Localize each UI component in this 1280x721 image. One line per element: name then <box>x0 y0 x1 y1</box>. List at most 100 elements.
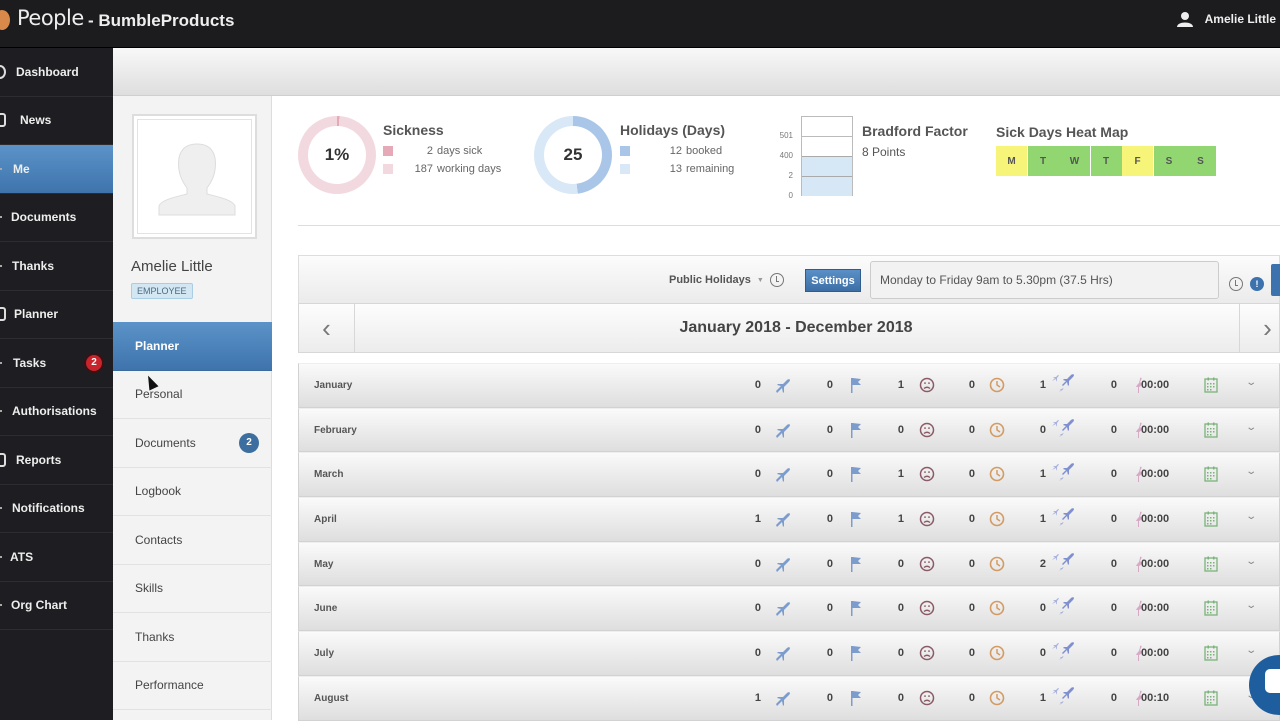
sidebar-item-me[interactable]: Me <box>0 145 113 194</box>
sickness-percent: 1% <box>308 126 366 184</box>
info-icon[interactable]: ! <box>1250 277 1264 291</box>
sick-face-icon <box>918 644 936 662</box>
month-row[interactable]: June 0 0 0 0 0 0 00:00 ⌄ <box>298 586 1280 632</box>
late-count: 0 <box>968 468 975 481</box>
trips-count: 0 <box>1039 423 1046 436</box>
sidebar-item-news[interactable]: News <box>0 97 113 145</box>
sidebar-item-planner[interactable]: Planner <box>0 291 113 339</box>
month-name: February <box>314 424 357 436</box>
calendar-icon[interactable] <box>1202 689 1220 707</box>
clock-icon[interactable] <box>1229 277 1243 291</box>
holiday-plane-icon <box>774 599 792 617</box>
working-hours-field[interactable]: Monday to Friday 9am to 5.30pm (37.5 Hrs… <box>870 261 1219 299</box>
profile-tab-label: Documents <box>135 435 196 450</box>
holiday-plane-icon <box>774 644 792 662</box>
profile-tab-skills[interactable]: Skills <box>113 565 272 613</box>
sidebar-item-label: Reports <box>16 452 62 467</box>
expand-chevron-icon[interactable]: ⌄ <box>1245 466 1257 477</box>
profile-tab-planner[interactable]: Planner <box>113 322 272 371</box>
profile-tab-personal[interactable]: Personal <box>113 371 272 419</box>
next-year-button[interactable]: › <box>1239 304 1280 352</box>
sidebar-item-notifications[interactable]: Notifications <box>0 485 113 533</box>
profile-tab-label: Personal <box>135 387 183 402</box>
clock-icon <box>988 421 1006 439</box>
avatar[interactable] <box>132 114 257 239</box>
flag-icon <box>847 421 865 439</box>
profile-tab-label: Logbook <box>135 484 182 499</box>
profile-panel: Amelie Little EMPLOYEE Planner Personal Do… <box>113 96 272 720</box>
expand-chevron-icon[interactable]: ⌄ <box>1245 511 1257 522</box>
calendar-icon[interactable] <box>1202 644 1220 662</box>
time-total: 00:10 <box>1141 691 1170 704</box>
profile-tab-label: Skills <box>135 581 164 596</box>
expand-chevron-icon[interactable]: ⌄ <box>1245 422 1257 433</box>
sidebar-item-authorisations[interactable]: Authorisations <box>0 388 113 436</box>
app-name: People <box>17 6 84 30</box>
sickness-legend-working: 187 working days <box>383 163 501 175</box>
month-row[interactable]: July 0 0 0 0 0 0 00:00 ⌄ <box>298 631 1280 676</box>
public-holidays-dropdown[interactable]: Public Holidays ▼ <box>669 273 784 287</box>
holiday-count: 1 <box>754 691 761 704</box>
calendar-icon[interactable] <box>1202 376 1220 394</box>
month-row[interactable]: February 0 0 0 0 0 0 00:00 ⌄ <box>298 407 1280 453</box>
trips-count: 1 <box>1039 513 1046 526</box>
late-count: 0 <box>968 647 975 660</box>
working-days-label: working days <box>437 163 502 175</box>
other-count: 0 <box>1110 647 1117 660</box>
calendar-icon[interactable] <box>1202 510 1220 528</box>
time-total: 00:00 <box>1141 602 1170 615</box>
month-row[interactable]: April 1 0 1 0 1 0 00:00 ⌄ <box>298 497 1280 542</box>
late-count: 0 <box>968 423 975 436</box>
profile-tab-performance[interactable]: Performance <box>113 662 272 710</box>
calendar-icon[interactable] <box>1202 599 1220 617</box>
remaining-label: remaining <box>686 163 735 175</box>
expand-chevron-icon[interactable]: ⌄ <box>1245 556 1257 567</box>
sidebar-item-dashboard[interactable]: Dashboard <box>0 48 113 97</box>
expand-chevron-icon[interactable]: ⌄ <box>1245 600 1257 611</box>
sidebar-item-label: Notifications <box>12 501 85 516</box>
calendar-icon[interactable] <box>1202 465 1220 483</box>
profile-tab-documents[interactable]: Documents 2 <box>113 419 272 468</box>
month-row[interactable]: May 0 0 0 0 2 0 00:00 ⌄ <box>298 541 1280 587</box>
sidebar-item-ats[interactable]: ATS <box>0 533 113 582</box>
sidebar-item-org-chart[interactable]: Org Chart <box>0 582 113 630</box>
sidebar-item-thanks[interactable]: Thanks <box>0 242 113 291</box>
notifications-icon <box>0 507 2 510</box>
previous-year-button[interactable]: ‹ <box>299 304 355 352</box>
sick-face-icon <box>918 599 936 617</box>
profile-tab-contacts[interactable]: Contacts <box>113 516 272 565</box>
user-menu[interactable]: Amelie Little <box>1176 11 1276 27</box>
bradford-tick: 501 <box>779 131 793 140</box>
sick-count: 1 <box>897 468 904 481</box>
divider <box>298 225 1280 226</box>
month-row[interactable]: August10001000:10⌄ <box>298 675 1280 721</box>
profile-tab-thanks[interactable]: Thanks <box>113 613 272 662</box>
clock-icon[interactable] <box>769 273 784 287</box>
print-icon[interactable] <box>1271 264 1280 296</box>
settings-button[interactable]: Settings <box>805 269 861 292</box>
other-count: 0 <box>1110 602 1117 615</box>
expand-chevron-icon[interactable]: ⌄ <box>1245 645 1257 656</box>
month-row[interactable]: January 0 0 1 0 1 0 00:00 ⌄ <box>298 363 1280 408</box>
bradford-tick: 0 <box>788 191 793 200</box>
profile-tab-logbook[interactable]: Logbook <box>113 468 272 516</box>
role-badge: EMPLOYEE <box>131 283 193 299</box>
expand-chevron-icon[interactable]: ⌄ <box>1245 377 1257 388</box>
ats-icon <box>0 555 2 558</box>
calendar-icon[interactable] <box>1202 421 1220 439</box>
sidebar-item-label: Dashboard <box>16 64 79 79</box>
calendar-icon[interactable] <box>1202 555 1220 573</box>
profile-tab-label: Thanks <box>135 629 175 644</box>
flag-icon <box>847 465 865 483</box>
holiday-count: 0 <box>754 557 761 570</box>
business-trip-icon <box>1050 687 1076 705</box>
sidebar-item-tasks[interactable]: Tasks 2 <box>0 339 113 388</box>
tasks-count-badge: 2 <box>84 352 104 373</box>
sick-count: 0 <box>897 691 904 704</box>
month-row[interactable]: March 0 0 1 0 1 0 00:00 ⌄ <box>298 452 1280 498</box>
trips-count: 0 <box>1039 602 1046 615</box>
sidebar-item-reports[interactable]: Reports <box>0 436 113 485</box>
sidebar-item-documents[interactable]: Documents <box>0 194 113 242</box>
clock-icon <box>988 689 1006 707</box>
tasks-icon <box>0 361 2 364</box>
